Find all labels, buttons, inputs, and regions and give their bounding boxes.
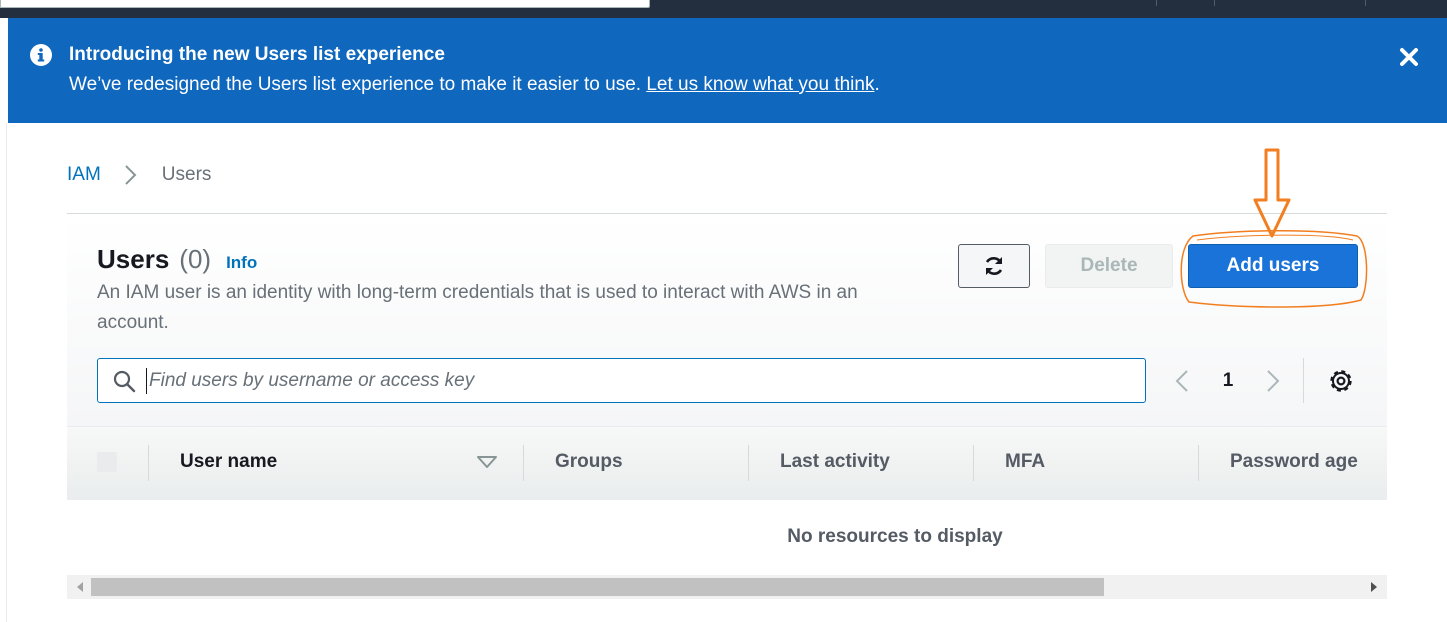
column-mfa[interactable]: MFA	[1005, 451, 1045, 473]
select-all-checkbox[interactable]	[97, 452, 117, 472]
flash-message-end: .	[874, 74, 880, 95]
column-groups[interactable]: Groups	[555, 451, 623, 473]
gear-icon[interactable]	[1328, 368, 1354, 394]
users-table-container: Users (0) Info An IAM user is an identit…	[67, 148, 1387, 622]
page-border	[6, 123, 7, 622]
column-divider	[748, 445, 749, 481]
column-last-activity[interactable]: Last activity	[780, 451, 890, 473]
flash-title: Introducing the new Users list experienc…	[69, 44, 445, 65]
scroll-right-icon[interactable]	[1369, 581, 1379, 593]
column-divider	[523, 445, 524, 481]
sort-descending-icon[interactable]	[476, 455, 498, 469]
search-icon	[113, 370, 136, 392]
chevron-left-icon[interactable]	[1171, 368, 1195, 394]
breadcrumb: IAM Users	[67, 162, 211, 188]
page-title: Users (0) Info	[97, 244, 257, 275]
chevron-right-icon[interactable]	[1260, 368, 1284, 394]
global-search-bar[interactable]	[0, 0, 650, 8]
column-divider	[1198, 445, 1199, 481]
chevron-right-icon	[125, 165, 137, 185]
nav-divider	[1214, 0, 1215, 6]
scroll-left-icon[interactable]	[75, 581, 85, 593]
column-password-age[interactable]: Password age	[1230, 451, 1358, 473]
flash-message: We’ve redesigned the Users list experien…	[69, 74, 880, 96]
feedback-link[interactable]: Let us know what you think	[646, 74, 874, 95]
scrollbar-thumb[interactable]	[91, 578, 1104, 596]
table-header-row: User name Groups Last activity MFA Passw…	[67, 426, 1387, 500]
page-description: An IAM user is an identity with long-ter…	[97, 282, 858, 333]
page-title-text: Users	[97, 244, 170, 274]
top-nav-bar	[0, 0, 1447, 18]
empty-state-message: No resources to display	[787, 526, 1003, 547]
close-icon[interactable]	[1398, 46, 1420, 68]
breadcrumb-iam[interactable]: IAM	[67, 164, 101, 186]
table-header-area: Users (0) Info An IAM user is an identit…	[67, 148, 1387, 426]
page-number[interactable]: 1	[1217, 368, 1239, 394]
nav-divider	[1156, 0, 1157, 6]
info-icon	[30, 44, 52, 66]
annotation-arrow-icon	[1253, 148, 1291, 238]
breadcrumb-users: Users	[161, 164, 212, 185]
column-divider	[148, 445, 149, 481]
users-count: (0)	[179, 244, 212, 274]
nav-divider	[1365, 0, 1366, 6]
pager-divider	[1303, 358, 1304, 403]
annotation-circle-icon	[1180, 229, 1368, 308]
refresh-icon	[985, 257, 1003, 275]
refresh-button[interactable]	[958, 244, 1030, 288]
column-divider	[973, 445, 974, 481]
flash-notification: Introducing the new Users list experienc…	[8, 18, 1447, 123]
flash-message-text: We’ve redesigned the Users list experien…	[69, 74, 647, 95]
search-input[interactable]	[146, 367, 1111, 394]
info-link[interactable]: Info	[226, 253, 257, 273]
search-field[interactable]	[97, 358, 1146, 403]
column-user-name[interactable]: User name	[180, 451, 277, 473]
delete-button[interactable]: Delete	[1045, 244, 1173, 288]
horizontal-scrollbar[interactable]	[67, 575, 1387, 599]
